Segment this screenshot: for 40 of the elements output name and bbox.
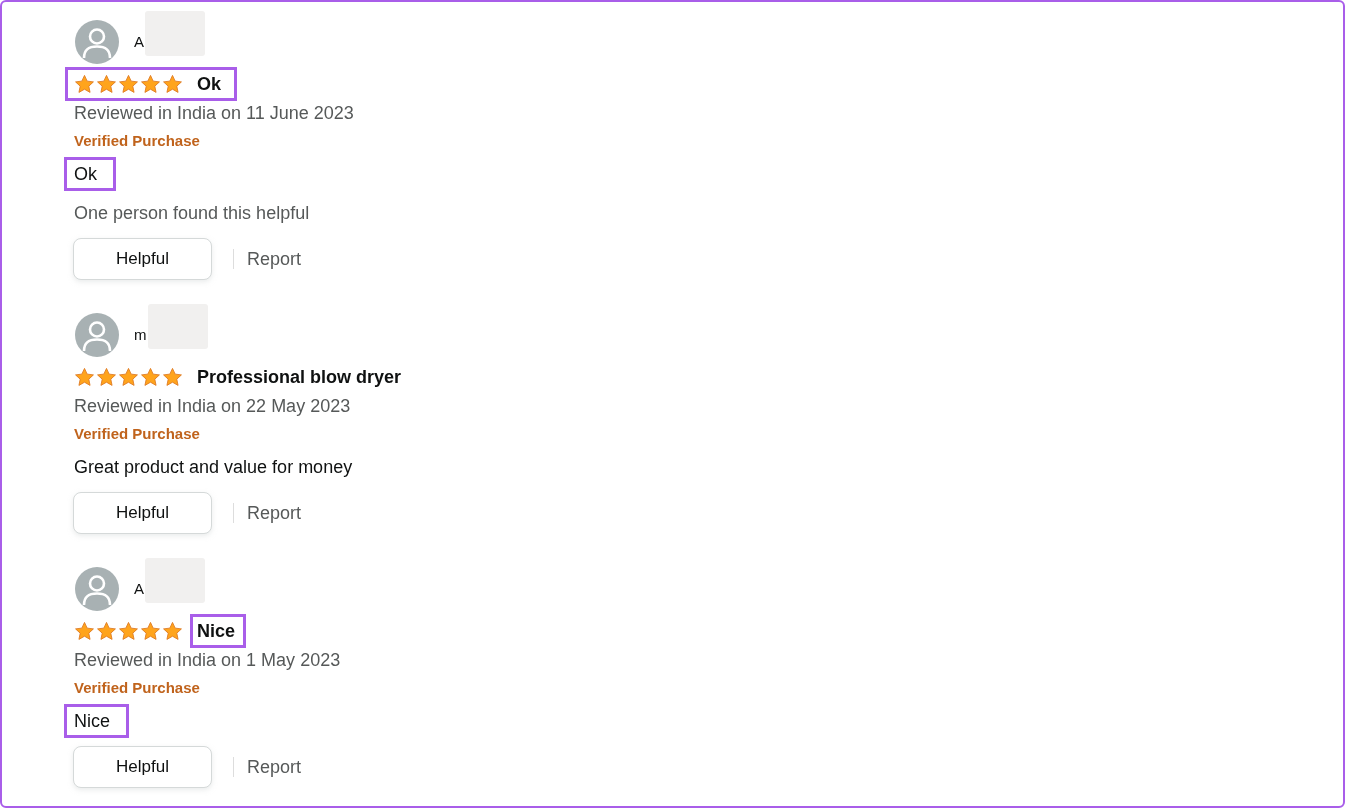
star-icon — [74, 73, 95, 95]
star-icon — [162, 620, 183, 642]
star-icon — [118, 73, 139, 95]
star-icon — [118, 620, 139, 642]
avatar-icon — [75, 313, 119, 357]
star-icon — [74, 620, 95, 642]
star-icon — [74, 366, 95, 388]
avatar-icon — [75, 567, 119, 611]
helpful-button[interactable]: Helpful — [73, 492, 212, 534]
reviewer-name: m — [134, 325, 147, 345]
star-icon — [118, 366, 139, 388]
report-link[interactable]: Report — [247, 247, 302, 271]
review-title: Professional blow dryer — [196, 366, 403, 389]
review-text: Great product and value for money — [73, 456, 354, 479]
reviewer-name: A — [134, 32, 144, 52]
verified-purchase-label: Verified Purchase — [74, 424, 200, 444]
star-icon — [96, 366, 117, 388]
review-text: Ok — [64, 157, 116, 191]
review-date: Reviewed in India on 22 May 2023 — [74, 395, 351, 418]
star-icon — [140, 73, 161, 95]
helpful-button[interactable]: Helpful — [73, 746, 212, 788]
helpful-count: One person found this helpful — [74, 202, 310, 225]
helpful-button[interactable]: Helpful — [73, 238, 212, 280]
reviewer-name: A — [134, 579, 144, 599]
star-icon — [140, 620, 161, 642]
star-icon — [162, 366, 183, 388]
verified-purchase-label: Verified Purchase — [74, 131, 200, 151]
review-date: Reviewed in India on 1 May 2023 — [74, 649, 341, 672]
star-icon — [140, 366, 161, 388]
star-icon — [96, 73, 117, 95]
star-icon — [96, 620, 117, 642]
report-link[interactable]: Report — [247, 501, 302, 525]
review-date: Reviewed in India on 11 June 2023 — [74, 102, 354, 125]
review-title: Nice — [190, 614, 247, 648]
review-text: Nice — [64, 704, 129, 738]
verified-purchase-label: Verified Purchase — [74, 678, 200, 698]
star-icon — [162, 73, 183, 95]
review-title: Ok — [196, 73, 222, 96]
report-link[interactable]: Report — [247, 755, 302, 779]
avatar-icon — [75, 20, 119, 64]
